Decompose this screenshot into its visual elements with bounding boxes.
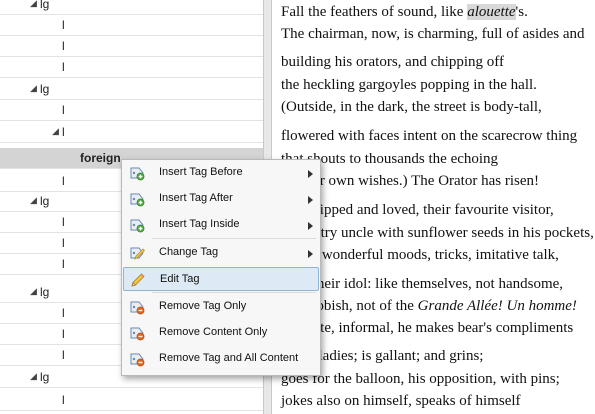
poem-line: a country uncle with sunflower seeds in … [281, 225, 594, 242]
expand-triangle-icon[interactable]: ◢ [30, 0, 37, 9]
expand-triangle-icon[interactable]: ◢ [30, 286, 37, 297]
tree-row[interactable]: l [0, 36, 263, 57]
poem-line-text: the heckling gargoyles popping in the ha… [281, 77, 537, 93]
tree-node-label: l [62, 257, 65, 271]
tree-node-label: l [62, 125, 65, 139]
tree-node-label: foreign [80, 151, 121, 165]
tree-node-label: l [62, 327, 65, 341]
menu-item-label: Remove Tag Only [159, 300, 247, 312]
change-tag-item[interactable]: Change Tag [123, 241, 319, 265]
menu-item-label: Remove Content Only [159, 326, 268, 338]
menu-item-label: Edit Tag [160, 273, 200, 285]
poem-line: Worshipped and loved, their favourite vi… [281, 202, 554, 219]
tree-node-label: lg [40, 285, 50, 299]
menu-separator [152, 238, 316, 239]
tree-node-label: lg [40, 82, 50, 96]
tree-node-label: l [62, 348, 65, 362]
tree-row[interactable]: ◢ lg [0, 79, 263, 100]
tree-node-label: l [62, 39, 65, 53]
poem-line: jokes also on himself, speaks of himself [281, 393, 521, 410]
tree-node-label: lg [40, 370, 50, 384]
remove-tag-icon [129, 325, 145, 341]
submenu-arrow-icon [308, 170, 313, 178]
tree-node-label: l [62, 393, 65, 407]
change-tag-icon [129, 245, 145, 261]
poem-line: he is their idol: like themselves, not h… [281, 276, 563, 293]
tree-node-label: l [62, 60, 65, 74]
edit-tag-item[interactable]: Edit Tag [123, 267, 319, 291]
insert-tag-before-item[interactable]: Insert Tag Before [123, 161, 319, 185]
expand-triangle-icon[interactable]: ◢ [52, 126, 59, 137]
poem-line-text: Fall the feathers of sound, like [281, 4, 468, 20]
remove-content-only-item[interactable]: Remove Content Only [123, 321, 319, 345]
remove-tag-and-all-content-item[interactable]: Remove Tag and All Content [123, 347, 319, 371]
poem-line: full of wonderful moods, tricks, imitati… [281, 247, 559, 264]
tree-row[interactable]: l [0, 100, 263, 121]
poem-line-text: jokes also on himself, speaks of himself [281, 393, 521, 409]
poem-line: Intimate, informal, he makes bear's comp… [281, 320, 573, 337]
tree-row[interactable]: ◢ l [0, 122, 263, 143]
poem-line-text: 's. [515, 4, 528, 20]
context-menu: Insert Tag Before Insert Tag After Insert … [121, 159, 321, 376]
submenu-arrow-icon [308, 196, 313, 204]
poem-line-text: (Outside, in the dark, the street is bod… [281, 99, 542, 115]
poem-line: Fall the feathers of sound, like alouett… [281, 4, 528, 21]
remove-tag-only-item[interactable]: Remove Tag Only [123, 295, 319, 319]
poem-line: the heckling gargoyles popping in the ha… [281, 77, 537, 94]
foreign-phrase: Grande Allée! Un homme! [417, 298, 577, 314]
remove-tag-icon [129, 351, 145, 367]
insert-tag-after-item[interactable]: Insert Tag After [123, 187, 319, 211]
tree-row[interactable]: ◢ lg [0, 0, 263, 15]
tree-node-label: l [62, 215, 65, 229]
edit-tag-icon [130, 272, 146, 288]
submenu-arrow-icon [308, 222, 313, 230]
menu-item-label: Insert Tag Inside [159, 218, 240, 230]
poem-line-text: full of wonderful moods, tricks, imitati… [281, 247, 559, 263]
poem-line-text: flowered with faces intent on the scarec… [281, 128, 578, 144]
insert-tag-icon [129, 165, 145, 181]
tree-node-label: l [62, 103, 65, 117]
expand-triangle-icon[interactable]: ◢ [30, 195, 37, 206]
submenu-arrow-icon [308, 250, 313, 258]
poem-line-text: building his orators, and chipping off [281, 54, 505, 70]
poem-line: goes for the balloon, his opposition, wi… [281, 371, 560, 388]
menu-item-label: Change Tag [159, 246, 219, 258]
tree-node-label: lg [40, 194, 50, 208]
poem-line: The chairman, now, is charming, full of … [281, 26, 585, 43]
menu-item-label: Remove Tag and All Content [159, 352, 299, 364]
tree-row[interactable]: l [0, 15, 263, 36]
tree-row[interactable]: l [0, 390, 263, 411]
expand-triangle-icon[interactable]: ◢ [30, 83, 37, 94]
poem-line-text: he is their idol: like themselves, not h… [281, 276, 564, 292]
foreign-word-highlight: alouette [467, 4, 516, 20]
poem-line-text: Worshipped and loved, their favourite vi… [281, 202, 554, 218]
poem-line-text: The chairman, now, is charming, full of … [281, 26, 585, 42]
insert-tag-inside-item[interactable]: Insert Tag Inside [123, 213, 319, 237]
menu-item-label: Insert Tag Before [159, 166, 243, 178]
tree-node-label: l [62, 236, 65, 250]
poem-line-text: goes for the balloon, his opposition, wi… [281, 371, 560, 387]
remove-tag-icon [129, 299, 145, 315]
poem-line-text: a country uncle with sunflower seeds in … [281, 225, 594, 241]
poem-line-text: Intimate, informal, he makes bear's comp… [281, 320, 574, 336]
poem-line: flowered with faces intent on the scarec… [281, 128, 577, 145]
menu-item-label: Insert Tag After [159, 192, 233, 204]
poem-line: building his orators, and chipping off [281, 54, 504, 71]
tree-node-label: l [62, 174, 65, 188]
tree-node-label: l [62, 18, 65, 32]
insert-tag-icon [129, 191, 145, 207]
tree-row[interactable]: l [0, 57, 263, 78]
expand-triangle-icon[interactable]: ◢ [30, 371, 37, 382]
tree-node-label: l [62, 306, 65, 320]
tree-node-label: lg [40, 0, 50, 11]
poem-line: (Outside, in the dark, the street is bod… [281, 99, 542, 116]
poem-line: not rubbish, not of the Grande Allée! Un… [281, 298, 577, 315]
menu-separator [152, 292, 316, 293]
insert-tag-icon [129, 217, 145, 233]
